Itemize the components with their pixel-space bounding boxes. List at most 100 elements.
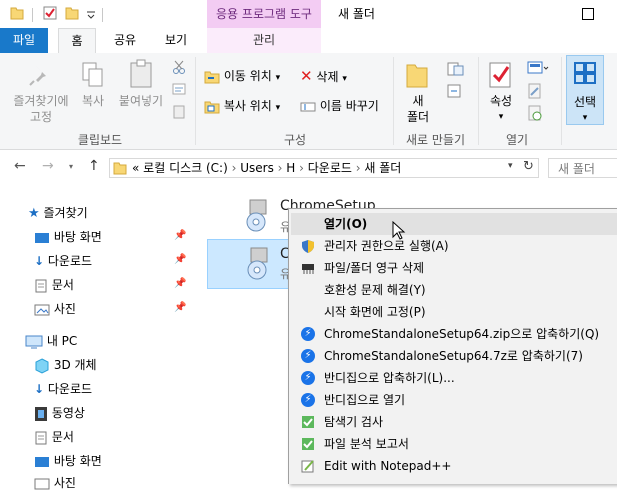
pinned-icon: 📌 <box>174 302 187 313</box>
paste-shortcut-icon[interactable] <box>172 105 186 119</box>
tab-home[interactable]: 홈 <box>58 28 96 54</box>
maximize-button[interactable] <box>582 8 594 20</box>
download-arrow-icon: ↓ <box>34 382 45 396</box>
chevron-right-icon[interactable]: › <box>274 161 286 175</box>
forward-arrow-icon[interactable]: → <box>42 158 54 174</box>
open-icon[interactable] <box>527 61 549 75</box>
videos-icon <box>35 406 47 421</box>
nav-item-documents-pc[interactable]: 문서 <box>34 426 74 448</box>
up-arrow-icon[interactable]: ↑ <box>88 158 100 174</box>
nav-item-this-pc[interactable]: 내 PC <box>25 330 77 352</box>
rename-button[interactable]: 이름 바꾸기 <box>300 95 379 117</box>
nav-item-downloads[interactable]: ↓ 다운로드 <box>34 250 92 272</box>
breadcrumb-item[interactable]: H <box>286 161 295 175</box>
ribbon-tab-bar: 파일 홈 공유 보기 관리 <box>0 28 617 54</box>
cut-icon[interactable] <box>172 60 186 74</box>
address-bar[interactable]: « 로컬 디스크 (C:) › Users › H › 다운로드 › 새 폴더 … <box>109 158 539 178</box>
address-history-chevron-icon[interactable]: ▾ <box>508 161 513 171</box>
breadcrumb-item[interactable]: 다운로드 <box>308 161 352 175</box>
menu-item-open-bandizip[interactable]: ⚡ 반디집으로 열기 <box>291 389 617 411</box>
nav-item-videos[interactable]: 동영상 <box>34 402 85 424</box>
bandizip-icon: ⚡ <box>301 371 315 385</box>
chevron-right-icon[interactable]: › <box>352 161 364 175</box>
properties-button[interactable]: 속성 ▾ <box>484 93 518 125</box>
easy-access-icon[interactable] <box>446 83 466 99</box>
breadcrumb-item[interactable]: 로컬 디스크 (C:) <box>143 161 228 175</box>
recent-locations-icon[interactable]: ▾ <box>69 162 73 171</box>
menu-item-edit-notepadpp[interactable]: Edit with Notepad++ <box>291 455 617 477</box>
download-arrow-icon: ↓ <box>34 254 45 268</box>
menu-item-pin-to-start[interactable]: 시작 화면에 고정(P) <box>291 301 617 323</box>
chevron-right-icon[interactable]: › <box>228 161 240 175</box>
back-arrow-icon[interactable]: ← <box>14 158 26 174</box>
menu-item-file-analysis-report[interactable]: 파일 분석 보고서 <box>291 433 617 455</box>
menu-item-compress-7z[interactable]: ⚡ ChromeStandaloneSetup64.7z로 압축하기(7) <box>291 345 617 367</box>
tab-share[interactable]: 공유 <box>105 28 145 53</box>
refresh-icon[interactable]: ↻ <box>523 159 534 174</box>
menu-item-compress-bandizip[interactable]: ⚡ 반디집으로 압축하기(L)... <box>291 367 617 389</box>
breadcrumb: « 로컬 디스크 (C:) › Users › H › 다운로드 › 새 폴더 <box>132 159 401 177</box>
tab-file[interactable]: 파일 <box>0 28 48 53</box>
pin-label-line2: 고정 <box>29 110 53 124</box>
menu-item-permanent-delete[interactable]: 파일/폴더 영구 삭제 <box>291 257 617 279</box>
edit-icon[interactable] <box>527 83 543 99</box>
navigation-bar: ← → ▾ ↑ « 로컬 디스크 (C:) › Users › H › 다운로드… <box>0 150 617 184</box>
nav-item-3d-objects[interactable]: 3D 개체 <box>34 354 97 376</box>
new-folder-icon[interactable] <box>65 6 79 20</box>
breadcrumb-item[interactable]: 새 폴더 <box>364 161 401 175</box>
chevron-right-icon[interactable]: › <box>295 161 307 175</box>
copy-button[interactable]: 복사 <box>76 93 110 109</box>
tab-manage[interactable]: 관리 <box>207 28 321 53</box>
copy-path-icon[interactable] <box>172 83 186 95</box>
nav-item-label: 바탕 화면 <box>53 454 102 468</box>
navigation-pane: ★ 즐겨찾기 바탕 화면 📌 ↓ 다운로드 📌 문서 📌 사진 📌 내 PC 3… <box>0 190 200 490</box>
new-folder-icon <box>406 64 428 88</box>
rename-label: 이름 바꾸기 <box>319 99 379 113</box>
menu-item-run-as-admin[interactable]: 관리자 권한으로 실행(A) <box>291 235 617 257</box>
group-divider <box>195 57 196 145</box>
rename-icon <box>300 102 316 111</box>
folder-icon[interactable] <box>10 6 24 20</box>
menu-item-open[interactable]: 열기(O) <box>291 213 617 235</box>
properties-label: 속성 <box>489 94 513 108</box>
history-icon[interactable] <box>527 105 543 121</box>
customize-toolbar-icon[interactable] <box>86 6 96 20</box>
nav-item-label: 내 PC <box>46 334 78 348</box>
new-folder-button[interactable]: 새 폴더 <box>400 93 436 125</box>
nav-item-documents[interactable]: 문서 <box>34 274 74 296</box>
nav-item-quick-access[interactable]: ★ 즐겨찾기 <box>28 202 88 224</box>
nav-item-desktop-pc[interactable]: 바탕 화면 <box>34 450 102 472</box>
scan-icon <box>302 416 314 428</box>
scan-icon <box>302 438 314 450</box>
nav-item-pictures-pc[interactable]: 사진 <box>34 472 76 494</box>
nav-item-pictures[interactable]: 사진 <box>34 298 76 320</box>
nav-item-label: 문서 <box>51 430 74 444</box>
nav-item-downloads-pc[interactable]: ↓ 다운로드 <box>34 378 92 400</box>
notepadpp-icon <box>301 460 314 473</box>
menu-item-compress-zip[interactable]: ⚡ ChromeStandaloneSetup64.zip으로 압축하기(Q) <box>291 323 617 345</box>
pinned-icon: 📌 <box>174 230 187 241</box>
menu-item-explorer-scan[interactable]: 탐색기 검사 <box>291 411 617 433</box>
folder-icon <box>113 162 127 175</box>
file-item-selected[interactable]: C 유 <box>207 239 299 289</box>
tab-view[interactable]: 보기 <box>155 28 197 53</box>
paste-icon <box>130 59 152 88</box>
copy-to-label: 복사 위치 <box>223 99 272 113</box>
select-button[interactable]: 선택 ▾ <box>566 55 604 125</box>
installer-icon <box>246 199 267 232</box>
chevron-down-icon: ▾ <box>342 74 347 84</box>
properties-icon[interactable] <box>43 6 57 20</box>
breadcrumb-item[interactable]: Users <box>240 161 274 175</box>
clipboard-group-label: 클립보드 <box>77 133 123 147</box>
pin-to-quick-access-button[interactable]: 즐겨찾기에 고정 <box>6 93 76 125</box>
search-input[interactable]: 새 폴더 <box>548 158 617 178</box>
menu-item-troubleshoot-compatibility[interactable]: 호환성 문제 해결(Y) <box>291 279 617 301</box>
move-to-button[interactable]: 이동 위치 ▾ <box>204 65 280 87</box>
copy-to-button[interactable]: 복사 위치 ▾ <box>204 95 280 117</box>
pin-icon <box>29 66 46 86</box>
new-item-icon[interactable] <box>446 61 466 77</box>
paste-button[interactable]: 붙여넣기 <box>114 93 168 109</box>
new-group-label: 새로 만들기 <box>405 133 465 147</box>
delete-button[interactable]: ✕ 삭제 ▾ <box>300 65 347 87</box>
nav-item-desktop[interactable]: 바탕 화면 <box>34 226 102 248</box>
